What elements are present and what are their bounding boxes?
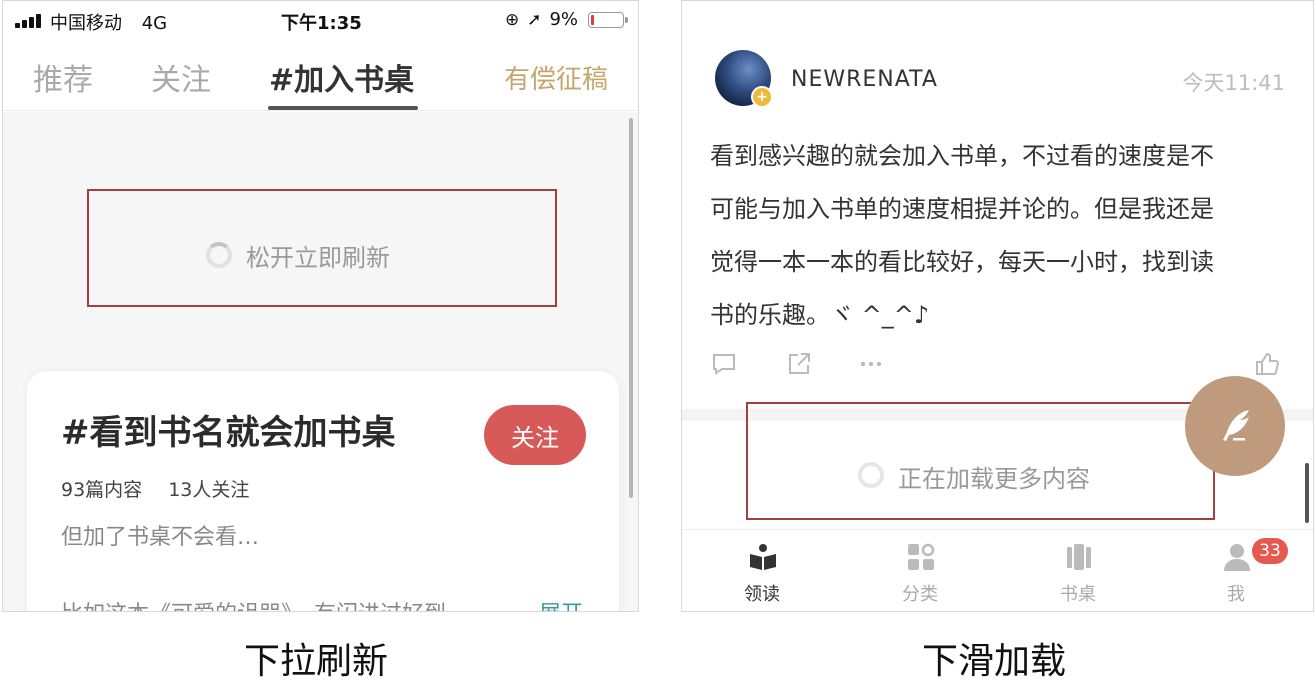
compose-button[interactable] [1185, 376, 1285, 476]
location-arrow-icon: ➚ [527, 9, 542, 30]
post-line: 觉得一本一本的看比较好，每天一小时，找到读 [710, 248, 1214, 276]
topic-preview: 比如这本《可爱的诅咒》，有闪进过好到 [61, 596, 446, 611]
nav-label: 我 [1227, 584, 1245, 605]
topic-title: #看到书名就会加书桌 [61, 413, 396, 453]
paid-submission-link[interactable]: 有偿征稿 [504, 59, 608, 96]
post-line: 看到感兴趣的就会加入书单，不过看的速度是不 [710, 142, 1214, 170]
person-icon [1224, 544, 1250, 571]
nav-label: 分类 [902, 584, 938, 605]
active-tab-indicator [268, 106, 418, 110]
signal-icon [15, 12, 45, 28]
follow-button[interactable]: 关注 [484, 405, 586, 465]
carrier-name: 中国移动 [50, 13, 122, 34]
tab-following[interactable]: 关注 [151, 55, 211, 99]
load-more-screen: + NEWRENATA 今天11:41 看到感兴趣的就会加入书单，不过看的速度是… [681, 0, 1314, 612]
nav-item-bookshelf[interactable]: 书桌 [1018, 530, 1138, 611]
nav-item-category[interactable]: 分类 [860, 530, 980, 611]
loading-spinner-icon [858, 462, 884, 488]
caption-load-more: 下滑加载 [922, 641, 1067, 682]
notification-badge: 33 [1252, 538, 1288, 564]
share-icon[interactable] [786, 351, 812, 377]
plus-badge-icon: + [751, 86, 773, 108]
battery-icon [588, 11, 628, 28]
caption-pull-refresh: 下拉刷新 [244, 641, 389, 682]
feather-pen-icon [1223, 410, 1249, 441]
book-icon [750, 544, 776, 570]
bottom-nav: 领读 分类 书桌 我 33 [682, 529, 1313, 611]
expand-link[interactable]: 展开 [539, 596, 583, 611]
nav-label: 领读 [744, 584, 780, 605]
scrollbar[interactable] [1305, 463, 1309, 523]
network-type: 4G [141, 13, 168, 34]
loading-hint: 正在加载更多内容 [898, 465, 1090, 493]
post-body: 看到感兴趣的就会加入书单，不过看的速度是不 可能与加入书单的速度相提并论的。但是… [710, 130, 1290, 342]
more-icon[interactable] [858, 351, 884, 377]
refresh-hint: 松开立即刷新 [246, 244, 390, 272]
status-bar: 中国移动 4G 下午1:35 ⊕ ➚ 9% [3, 1, 638, 39]
like-icon[interactable] [1254, 351, 1280, 377]
followers-count: 13人关注 [168, 479, 250, 501]
rotation-lock-icon: ⊕ [504, 9, 520, 30]
nav-label: 书桌 [1060, 584, 1096, 605]
post-line: 可能与加入书单的速度相提并论的。但是我还是 [710, 195, 1214, 223]
category-icon [908, 543, 935, 570]
nav-item-reading[interactable]: 领读 [702, 530, 822, 611]
post-line: 书的乐趣。ヾ ^_^♪ [710, 301, 930, 329]
pull-to-refresh-screen: 中国移动 4G 下午1:35 ⊕ ➚ 9% 推荐 关注 #加入书桌 有偿征稿 松… [2, 0, 639, 612]
comment-icon[interactable] [711, 351, 737, 377]
tab-recommended[interactable]: 推荐 [33, 55, 93, 99]
posts-count: 93篇内容 [61, 479, 143, 501]
battery-percent: 9% [549, 9, 578, 30]
refresh-spinner-icon [206, 242, 232, 268]
topic-description: 但加了书桌不会看… [61, 525, 260, 550]
battery-level [591, 14, 594, 25]
status-time: 下午1:35 [281, 13, 362, 34]
bookshelf-icon [1067, 544, 1091, 570]
post-username[interactable]: NEWRENATA [791, 67, 938, 92]
topic-card[interactable]: #看到书名就会加书桌 关注 93篇内容 13人关注 但加了书桌不会看… 比如这本《… [27, 371, 619, 611]
tab-bar: 推荐 关注 #加入书桌 有偿征稿 [3, 45, 638, 111]
tab-join-desk[interactable]: #加入书桌 [269, 55, 414, 99]
post-time: 今天11:41 [1182, 71, 1285, 95]
scrollbar[interactable] [629, 118, 633, 498]
